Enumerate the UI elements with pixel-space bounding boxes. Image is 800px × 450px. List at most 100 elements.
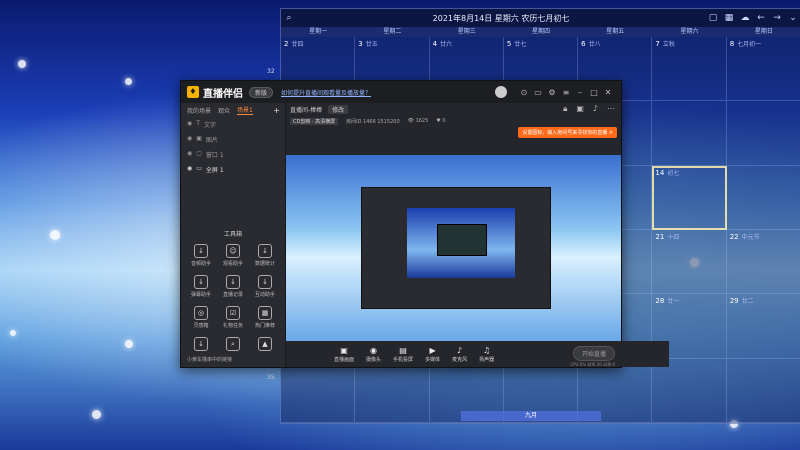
- scene-item-label: 窗口 1: [205, 152, 224, 159]
- tool-item[interactable]: ▲: [249, 337, 281, 353]
- tool-item[interactable]: ◎ 灵感箱: [185, 306, 217, 329]
- calendar-title: 2021年8月14日 星期六 农历七月初七: [432, 13, 570, 23]
- notice-link[interactable]: 如何提升直播间观看量及播放量？: [281, 88, 495, 97]
- calendar-day-cell[interactable]: 29 廿二: [726, 294, 800, 359]
- live-preview[interactable]: [286, 155, 621, 341]
- tool-item[interactable]: ↓ 直播记录: [217, 275, 249, 298]
- phone-cast-button[interactable]: ▤ 手机投屏: [393, 346, 413, 363]
- scene-item[interactable]: ◉ ▢ 窗口 1: [181, 147, 285, 162]
- tool-item[interactable]: ↓ 互动助手: [249, 275, 281, 298]
- weekday-label: 星期日: [754, 28, 773, 35]
- tool-item[interactable]: ↓ 音频助手: [185, 244, 217, 267]
- chart-icon: ▲: [258, 337, 272, 351]
- scene-item[interactable]: ◉ ▭ 全屏 1: [181, 162, 285, 177]
- gift-icon[interactable]: ⊙: [517, 88, 531, 97]
- sidebar-footer-link[interactable]: 小黄车撸串中的链接: [187, 356, 232, 363]
- camera-button[interactable]: ◉ 摄像头: [366, 346, 381, 363]
- tip-banner[interactable]: 设置图标，输入房间号来寻找你的直播 ×: [518, 127, 617, 138]
- tool-item[interactable]: ▦ 热门推荐: [249, 306, 281, 329]
- calendar-day-cell[interactable]: [726, 358, 800, 423]
- tool-item[interactable]: ⌕: [217, 337, 249, 353]
- tab-my-scenes[interactable]: 我的场景: [187, 106, 211, 115]
- microphone-button[interactable]: ♪ 麦克风: [452, 346, 467, 363]
- download-icon: ↓: [258, 244, 272, 258]
- lunar-label: 立秋: [662, 41, 675, 48]
- month-label[interactable]: 九月: [461, 411, 601, 421]
- media-button[interactable]: ▶ 多媒体: [425, 346, 440, 363]
- speaker-icon: ♫: [483, 345, 491, 355]
- eye-icon[interactable]: ◉: [187, 120, 192, 129]
- calendar-day-cell[interactable]: 22 中元节: [726, 230, 800, 295]
- calendar-day-cell[interactable]: [726, 165, 800, 230]
- message-icon[interactable]: ▭: [531, 88, 545, 97]
- calendar-day-cell[interactable]: [726, 101, 800, 166]
- download-icon: ↓: [194, 244, 208, 258]
- tool-item[interactable]: ☺ 观看助手: [217, 244, 249, 267]
- calendar-day-cell[interactable]: 8 七月初一: [726, 37, 800, 102]
- avatar[interactable]: [495, 86, 507, 98]
- bubble-decoration: [125, 340, 133, 348]
- forward-arrow-icon[interactable]: →: [769, 13, 785, 23]
- calendar-day-cell[interactable]: [355, 358, 430, 423]
- control-label: 直播画面: [334, 356, 355, 363]
- week-number: 35: [267, 374, 275, 381]
- control-label: 手机投屏: [393, 356, 414, 363]
- scene-item[interactable]: ◉ T 文字: [181, 117, 285, 132]
- more-icon[interactable]: ⋯: [607, 104, 615, 114]
- tool-item[interactable]: ↓: [185, 337, 217, 353]
- eye-icon[interactable]: ◉: [187, 135, 192, 144]
- save-icon[interactable]: ▣: [576, 104, 584, 114]
- nested-preview-screen: [407, 208, 515, 278]
- control-label: 扬声器: [479, 356, 495, 363]
- bubble-decoration: [18, 60, 26, 68]
- scene-item-label: 图片: [205, 137, 218, 144]
- menu-icon[interactable]: ≡: [559, 88, 573, 97]
- day-number: 22: [729, 233, 739, 241]
- performance-stats: CPU:0% 帧率:30 码率:0: [570, 362, 615, 367]
- calendar-day-cell[interactable]: [652, 358, 727, 423]
- tab-audience[interactable]: 观众: [218, 106, 230, 115]
- search-icon[interactable]: ⌕: [281, 13, 297, 23]
- calendar-day-cell[interactable]: [652, 101, 727, 166]
- settings-icon[interactable]: ⚙: [545, 88, 559, 97]
- edit-room-button[interactable]: 修改: [328, 104, 349, 114]
- scene-item[interactable]: ◉ ▣ 图片: [181, 132, 285, 147]
- eye-icon[interactable]: ◉: [187, 165, 192, 174]
- bell-icon[interactable]: ♪: [593, 104, 598, 114]
- calendar-day-cell[interactable]: 21 十四: [652, 230, 727, 295]
- day-number: 3: [358, 40, 363, 48]
- tool-label: 弹幕助手: [190, 292, 211, 298]
- tool-item[interactable]: ↓ 数据统计: [249, 244, 281, 267]
- category-selector[interactable]: CD剪映 · 高清横屏: [290, 117, 339, 125]
- tool-label: 观看助手: [222, 261, 243, 267]
- screen-capture-button[interactable]: ▣ 直播画面: [334, 346, 354, 363]
- calendar-header: ⌕ 2021年8月14日 星期六 农历七月初七 ▢ ▦ ☁ ← → ⌄: [281, 9, 800, 27]
- speaker-button[interactable]: ♫ 扬声器: [479, 346, 494, 363]
- tool-label: 音频助手: [190, 261, 211, 267]
- calendar-day-cell[interactable]: [281, 358, 356, 423]
- tool-item[interactable]: ☑ 礼物任务: [217, 306, 249, 329]
- add-scene-icon[interactable]: +: [273, 106, 280, 115]
- lock-icon[interactable]: 🔒︎: [563, 104, 567, 114]
- back-arrow-icon[interactable]: ←: [753, 13, 769, 23]
- version-badge[interactable]: 新版: [249, 86, 274, 98]
- tab-scene-1[interactable]: 场景1: [237, 105, 253, 115]
- start-live-button[interactable]: 开始直播: [572, 346, 615, 361]
- close-icon[interactable]: ✕: [601, 88, 615, 97]
- grid-icon[interactable]: ▦: [721, 13, 737, 23]
- weekday-label: 星期二: [383, 28, 402, 35]
- minimize-icon[interactable]: –: [573, 88, 587, 97]
- calendar-day-cell[interactable]: 14 初七: [652, 165, 727, 230]
- cloud-icon[interactable]: ☁: [737, 13, 753, 23]
- lunar-label: 廿六: [440, 41, 453, 48]
- tool-item[interactable]: ↓ 弹幕助手: [185, 275, 217, 298]
- maximize-icon[interactable]: □: [587, 88, 601, 97]
- chevron-down-icon[interactable]: ⌄: [785, 13, 800, 23]
- window-icon[interactable]: ▢: [705, 13, 721, 23]
- eye-icon[interactable]: ◉: [187, 150, 192, 159]
- bubble-decoration: [10, 330, 16, 336]
- lunar-label: 廿一: [667, 298, 680, 306]
- calendar-day-cell[interactable]: 7 立秋: [652, 37, 727, 102]
- nested-preview-window-2: [437, 224, 487, 256]
- day-number: 28: [655, 297, 665, 306]
